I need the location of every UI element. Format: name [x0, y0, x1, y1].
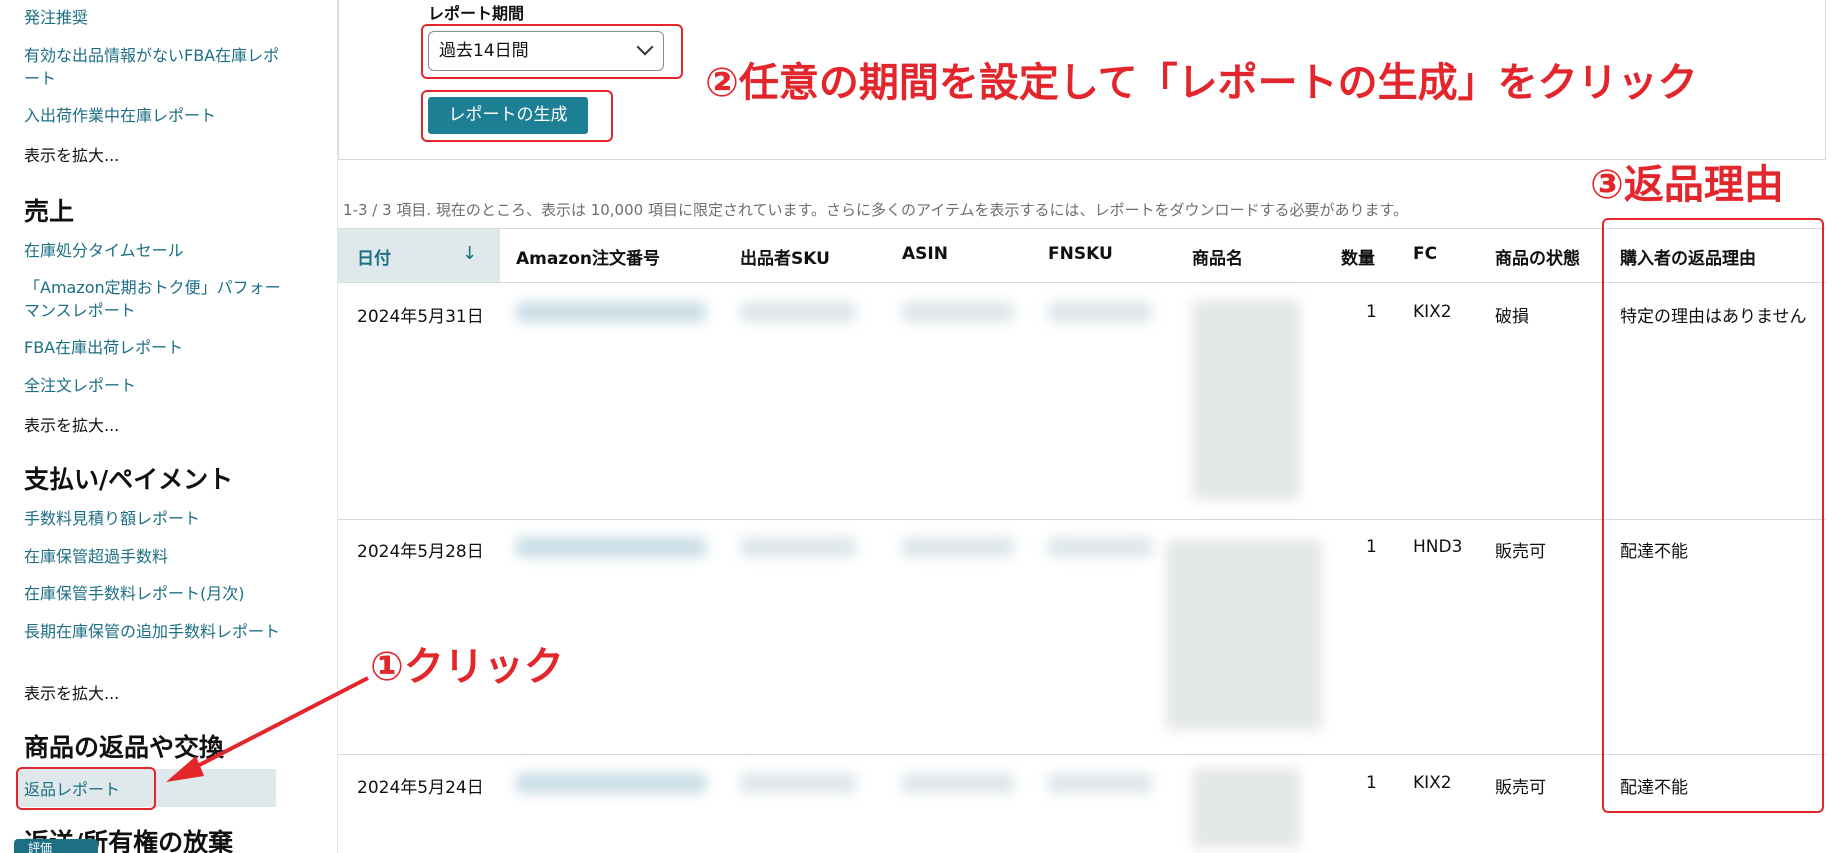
row1-order-id-redacted[interactable]	[516, 302, 706, 322]
sidebar-link-inbound-outbound-inventory[interactable]: 入出荷作業中在庫レポート	[24, 104, 284, 127]
column-header-fc[interactable]: FC	[1413, 244, 1437, 264]
report-period-label: レポート期間	[428, 4, 525, 23]
row1-sku-redacted	[740, 302, 856, 322]
column-header-quantity[interactable]: 数量	[1341, 244, 1375, 269]
sidebar-expand-3[interactable]: 表示を拡大...	[24, 680, 119, 704]
row1-date: 2024年5月31日	[357, 307, 484, 327]
annotation-box-return-reason-column	[1602, 218, 1824, 813]
row2-condition: 販売可	[1495, 542, 1546, 562]
row3-date: 2024年5月24日	[357, 778, 484, 798]
row2-order-id-redacted[interactable]	[516, 537, 706, 557]
row1-condition: 破損	[1495, 307, 1529, 327]
row2-fc: HND3	[1413, 537, 1463, 557]
sidebar-heading-payments: 支払い/ペイメント	[24, 465, 234, 494]
annotation-step1: ①クリック	[370, 644, 564, 690]
sidebar-link-clearance-sale[interactable]: 在庫処分タイムセール	[24, 239, 284, 262]
column-header-product-name[interactable]: 商品名	[1192, 244, 1243, 269]
annotation-step3: ③返品理由	[1590, 162, 1784, 208]
column-header-order-id[interactable]: Amazon注文番号	[516, 244, 660, 269]
row1-quantity: 1	[1366, 302, 1377, 322]
sidebar-expand-2[interactable]: 表示を拡大...	[24, 412, 119, 436]
column-header-fnsku[interactable]: FNSKU	[1048, 244, 1113, 264]
sidebar-link-all-orders-report[interactable]: 全注文レポート	[24, 374, 284, 397]
row2-quantity: 1	[1366, 537, 1377, 557]
sort-down-arrow-icon[interactable]: ↓	[462, 243, 477, 264]
annotation-step2: ②任意の期間を設定して「レポートの生成」をクリック	[705, 60, 1698, 106]
sidebar-link-fba-shipment-report[interactable]: FBA在庫出荷レポート	[24, 336, 284, 359]
sidebar-expand-1[interactable]: 表示を拡大...	[24, 142, 119, 166]
row3-fnsku-redacted	[1048, 773, 1152, 793]
results-summary: 1-3 / 3 項目. 現在のところ、表示は 10,000 項目に限定されていま…	[343, 201, 1409, 219]
row3-asin-redacted	[902, 773, 1014, 793]
row1-fc: KIX2	[1413, 302, 1452, 322]
row1-fnsku-redacted	[1048, 302, 1152, 322]
annotation-box-period-select	[421, 24, 683, 79]
sidebar-link-order-recommendation[interactable]: 発注推奨	[24, 6, 284, 29]
row3-order-id-redacted[interactable]	[516, 773, 706, 793]
column-header-sku[interactable]: 出品者SKU	[740, 244, 830, 269]
row2-asin-redacted	[902, 537, 1014, 557]
sidebar: 発注推奨 有効な出品情報がないFBA在庫レポート 入出荷作業中在庫レポート 表示…	[0, 0, 338, 853]
row2-sku-redacted	[740, 537, 856, 557]
feedback-tag[interactable]: 評価	[14, 839, 98, 853]
sidebar-heading-returns: 商品の返品や交換	[24, 733, 225, 762]
row3-fc: KIX2	[1413, 773, 1452, 793]
annotation-box-returns-report	[16, 767, 156, 810]
sidebar-heading-sales: 売上	[24, 197, 75, 226]
sidebar-link-storage-overage-fee[interactable]: 在庫保管超過手数料	[24, 545, 284, 568]
column-header-date[interactable]: 日付	[357, 244, 391, 269]
row1-product-name-redacted[interactable]	[1192, 300, 1300, 500]
column-header-asin[interactable]: ASIN	[902, 244, 948, 264]
annotation-box-generate-button	[421, 90, 613, 142]
sidebar-link-monthly-storage-fee[interactable]: 在庫保管手数料レポート(月次)	[24, 582, 284, 605]
sidebar-link-fee-estimate[interactable]: 手数料見積り額レポート	[24, 507, 284, 530]
row3-quantity: 1	[1366, 773, 1377, 793]
row3-condition: 販売可	[1495, 778, 1546, 798]
row1-asin-redacted	[902, 302, 1014, 322]
column-header-condition[interactable]: 商品の状態	[1495, 244, 1580, 269]
sidebar-link-inactive-fba-inventory[interactable]: 有効な出品情報がないFBA在庫レポート	[24, 44, 284, 90]
row2-date: 2024年5月28日	[357, 542, 484, 562]
row3-product-name-redacted[interactable]	[1192, 768, 1300, 848]
sidebar-link-subscribe-save-report[interactable]: 「Amazon定期おトク便」パフォーマンスレポート	[24, 276, 284, 322]
sidebar-link-long-term-storage-fee[interactable]: 長期在庫保管の追加手数料レポート	[24, 620, 284, 643]
row3-sku-redacted	[740, 773, 856, 793]
row2-fnsku-redacted	[1048, 537, 1152, 557]
row2-product-name-redacted[interactable]	[1166, 540, 1322, 730]
